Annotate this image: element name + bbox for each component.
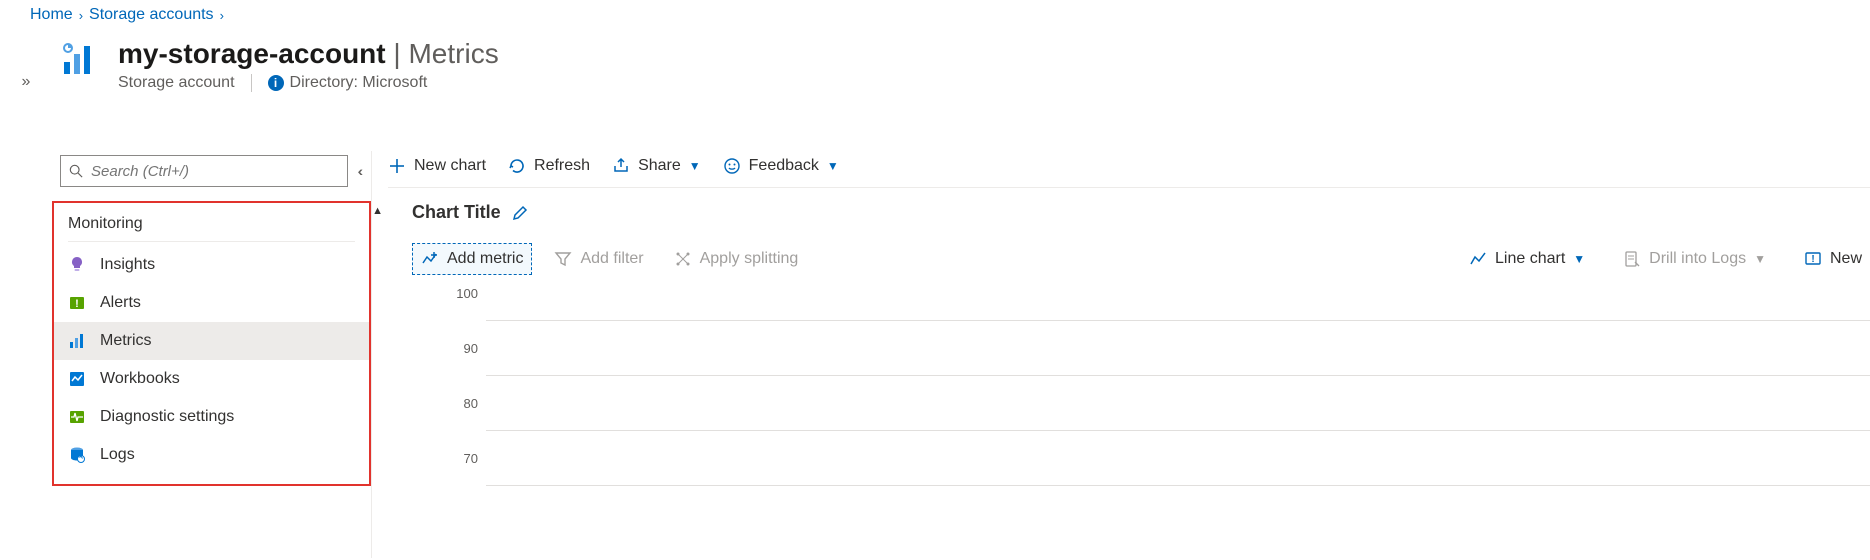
- y-tick: 80: [450, 396, 486, 411]
- line-chart-icon: [1469, 250, 1487, 268]
- add-metric-button[interactable]: Add metric: [412, 243, 532, 275]
- left-rail: »: [0, 28, 52, 151]
- lightbulb-icon: [68, 256, 86, 274]
- workbooks-icon: [68, 370, 86, 388]
- divider: [251, 74, 252, 92]
- scroll-up-icon[interactable]: ▲: [372, 205, 383, 217]
- share-button[interactable]: Share ▼: [612, 157, 701, 175]
- new-alert-button[interactable]: ! New: [1796, 244, 1870, 274]
- resource-type-label: Storage account: [118, 74, 235, 92]
- share-icon: [612, 157, 630, 175]
- split-icon: [674, 250, 692, 268]
- breadcrumb: Home › Storage accounts ›: [0, 0, 1870, 28]
- chevron-down-icon: ▼: [689, 159, 701, 173]
- add-metric-icon: [421, 250, 439, 268]
- directory-label: iDirectory: Microsoft: [268, 74, 428, 92]
- sidebar-item-label: Diagnostic settings: [100, 408, 234, 426]
- refresh-button[interactable]: Refresh: [508, 157, 590, 175]
- diagnostic-icon: [68, 408, 86, 426]
- chart-type-selector[interactable]: Line chart ▼: [1461, 244, 1593, 274]
- apply-splitting-button: Apply splitting: [666, 244, 807, 274]
- smiley-icon: [723, 157, 741, 175]
- chart-plot-area: 100 90 80 70: [412, 293, 1870, 513]
- sidebar-item-metrics[interactable]: Metrics: [54, 322, 369, 360]
- search-input-wrapper[interactable]: [60, 155, 348, 187]
- y-tick: 100: [450, 286, 486, 301]
- chevron-down-icon: ▼: [1754, 252, 1766, 266]
- breadcrumb-home[interactable]: Home: [30, 6, 73, 24]
- storage-metrics-icon: [60, 38, 100, 78]
- sidebar-item-alerts[interactable]: ! Alerts: [54, 284, 369, 322]
- sidebar-item-logs[interactable]: Logs: [54, 436, 369, 474]
- sidebar-section-title: Monitoring: [54, 203, 369, 241]
- sidebar-item-label: Insights: [100, 256, 155, 274]
- chevron-down-icon: ▼: [1573, 252, 1585, 266]
- command-bar: New chart Refresh Share ▼ Feedback: [388, 155, 1870, 187]
- sidebar-item-label: Metrics: [100, 332, 152, 350]
- collapse-sidebar-icon[interactable]: ‹‹: [354, 163, 363, 179]
- sidebar-item-insights[interactable]: Insights: [54, 246, 369, 284]
- y-tick: 70: [450, 451, 486, 466]
- drill-into-logs-button: Drill into Logs ▼: [1615, 244, 1774, 274]
- sidebar-item-label: Workbooks: [100, 370, 180, 388]
- page-header: my-storage-account | Metrics Storage acc…: [52, 28, 1870, 151]
- alert-icon: !: [68, 294, 86, 312]
- add-filter-button: Add filter: [546, 244, 651, 274]
- breadcrumb-storage-accounts[interactable]: Storage accounts: [89, 6, 214, 24]
- sidebar-item-workbooks[interactable]: Workbooks: [54, 360, 369, 398]
- plus-icon: [388, 157, 406, 175]
- new-chart-button[interactable]: New chart: [388, 157, 486, 175]
- monitoring-section-highlight: ▲ Monitoring Insights ! Alerts Metrics: [52, 201, 371, 486]
- chart-toolbar: Add metric Add filter Apply splitting: [412, 239, 1870, 279]
- search-input[interactable]: [91, 163, 339, 180]
- feedback-button[interactable]: Feedback ▼: [723, 157, 839, 175]
- sidebar-item-label: Alerts: [100, 294, 141, 312]
- chevron-right-icon: ›: [220, 8, 224, 23]
- chevron-right-icon: ›: [79, 8, 83, 23]
- page-title: my-storage-account | Metrics: [118, 38, 499, 70]
- chart-title: Chart Title: [412, 202, 501, 223]
- logs-icon: [68, 446, 86, 464]
- svg-text:!: !: [75, 298, 79, 310]
- chevron-down-icon: ▼: [827, 159, 839, 173]
- expand-rail-icon[interactable]: »: [22, 73, 31, 90]
- drill-logs-icon: [1623, 250, 1641, 268]
- divider: [68, 241, 355, 242]
- filter-icon: [554, 250, 572, 268]
- search-icon: [69, 164, 83, 178]
- alert-rule-icon: !: [1804, 250, 1822, 268]
- sidebar-item-diagnostic-settings[interactable]: Diagnostic settings: [54, 398, 369, 436]
- refresh-icon: [508, 157, 526, 175]
- info-icon: i: [268, 75, 284, 91]
- edit-title-button[interactable]: [511, 204, 529, 222]
- metrics-icon: [68, 332, 86, 350]
- svg-text:!: !: [1811, 254, 1814, 265]
- sidebar-item-label: Logs: [100, 446, 135, 464]
- y-tick: 90: [450, 341, 486, 356]
